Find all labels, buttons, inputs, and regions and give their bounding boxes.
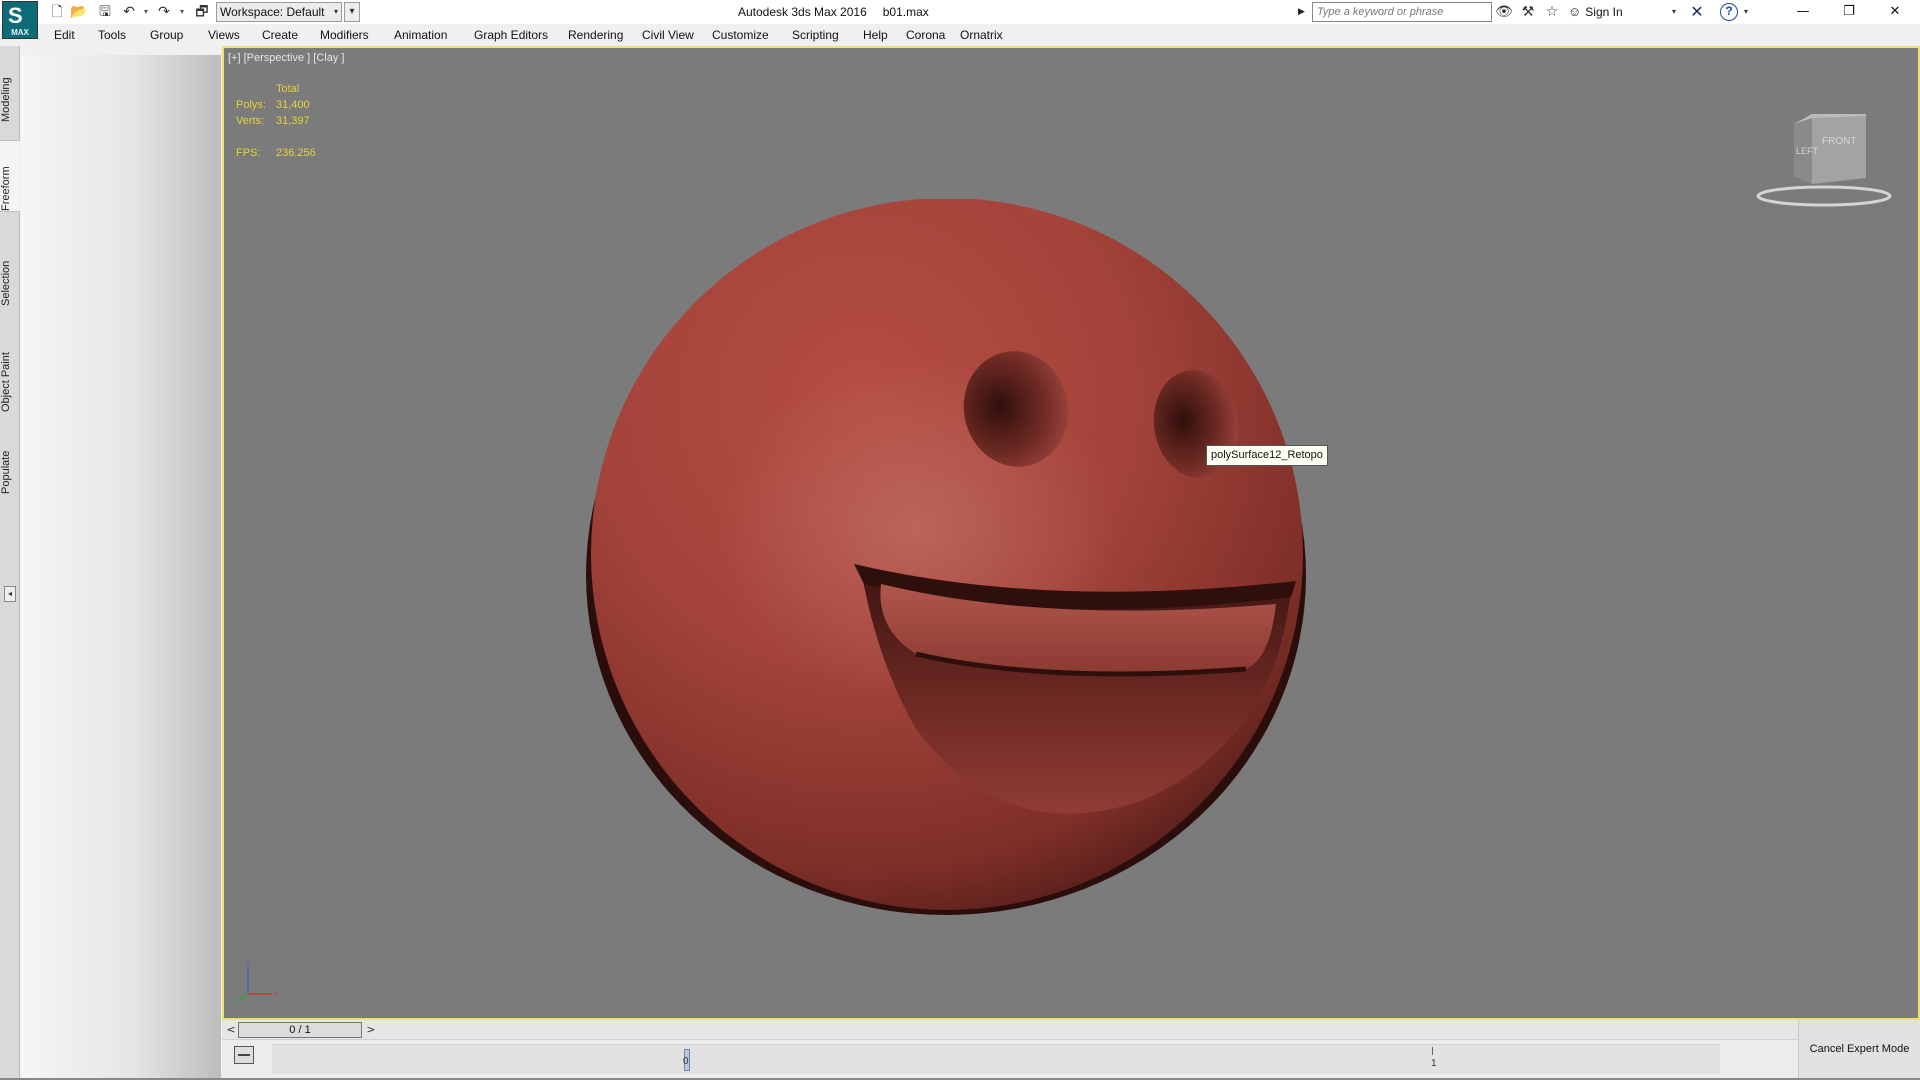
menu-bar: Edit Tools Group Views Create Modifiers … (40, 24, 1920, 46)
sign-in-label: Sign In (1585, 5, 1623, 19)
undo-dropdown-icon[interactable]: ▾ (144, 5, 152, 19)
time-slider-prev-button[interactable]: < (224, 1022, 238, 1038)
file-name: b01.max (882, 5, 929, 19)
minimize-icon[interactable]: — (1780, 0, 1826, 24)
menu-civil-view[interactable]: Civil View (642, 24, 694, 46)
menu-help[interactable]: Help (863, 24, 888, 46)
polys-value: 31,400 (276, 99, 310, 111)
menu-group[interactable]: Group (150, 24, 183, 46)
tab-object-paint-label: Object Paint (0, 352, 12, 412)
cancel-expert-mode-button[interactable]: Cancel Expert Mode (1798, 1020, 1920, 1078)
binoculars-icon[interactable]: 👁 (1494, 3, 1514, 21)
close-window-icon[interactable]: ✕ (1872, 0, 1918, 24)
new-file-icon[interactable]: 🗋 (48, 3, 66, 21)
menu-edit[interactable]: Edit (54, 24, 75, 46)
smiley-face-render (586, 199, 1306, 915)
workspace-label: Workspace: Default (220, 5, 325, 19)
time-slider-value: 0 / 1 (289, 1024, 311, 1036)
viewcube-icon: LEFT FRONT (1756, 114, 1892, 207)
open-mini-curve-editor-icon[interactable] (234, 1046, 254, 1064)
tab-freeform[interactable]: Freeform (0, 140, 20, 212)
undo-icon[interactable]: ↶ (120, 3, 138, 21)
tab-freeform-label: Freeform (0, 166, 12, 211)
app-logo-icon: S (8, 3, 23, 28)
time-slider[interactable]: 0 / 1 (238, 1022, 362, 1038)
end-frame-tick (1432, 1047, 1433, 1055)
save-icon[interactable]: 🖫 (96, 3, 114, 21)
restore-window-icon[interactable]: ❐ (1826, 0, 1872, 24)
customize-quick-access-button[interactable]: ▾ (344, 2, 360, 22)
chevron-down-icon: ▾ (333, 7, 338, 16)
menu-modifiers[interactable]: Modifiers (320, 24, 369, 46)
search-expand-icon[interactable]: ▶ (1298, 3, 1310, 21)
time-slider-bar: < 0 / 1 > (222, 1020, 1798, 1040)
help-dropdown-icon[interactable]: ▾ (1744, 5, 1748, 19)
workspace-select[interactable]: Workspace: Default ▾ (216, 2, 342, 22)
polys-label: Polys: (236, 99, 266, 111)
sign-in-button[interactable]: ☺ Sign In (1568, 3, 1623, 21)
project-folder-icon[interactable]: 🗗 (193, 3, 211, 21)
application-menu-button[interactable]: S MAX (2, 1, 38, 39)
axis-x-label: x (274, 989, 278, 998)
current-frame-label: 0 (683, 1056, 689, 1067)
fps-label: FPS: (236, 147, 261, 159)
redo-icon[interactable]: ↷ (155, 3, 173, 21)
app-logo-label: MAX (11, 28, 29, 37)
tab-selection-label: Selection (0, 260, 12, 306)
object-name-tooltip: polySurface12_Retopo (1206, 445, 1328, 466)
open-file-icon[interactable]: 📂 (70, 3, 88, 21)
end-frame-label: 1 (1431, 1058, 1437, 1069)
stats-header: Total (276, 83, 300, 95)
menu-tools[interactable]: Tools (98, 24, 126, 46)
app-title: Autodesk 3ds Max 2016 (738, 5, 867, 19)
verts-label: Verts: (236, 115, 265, 127)
window-title: Autodesk 3ds Max 2016 b01.max (738, 4, 929, 20)
smiley-face-mesh[interactable] (586, 199, 1308, 921)
time-slider-next-button[interactable]: > (364, 1022, 378, 1038)
track-bar: 0 1 (222, 1040, 1798, 1078)
menu-views[interactable]: Views (208, 24, 240, 46)
search-input[interactable]: Type a keyword or phrase (1312, 2, 1492, 22)
ribbon-tab-strip: Modeling Freeform Selection Object Paint… (0, 46, 20, 1078)
subscription-center-icon[interactable]: ⚒ (1518, 3, 1538, 21)
tab-populate[interactable]: Populate (0, 436, 20, 494)
help-icon[interactable]: ? (1720, 3, 1738, 21)
axis-tripod-icon: z x y (234, 959, 278, 1004)
verts-value: 31,397 (276, 115, 310, 127)
axis-y-label: y (234, 995, 238, 1004)
viewcube-left-label: LEFT (1796, 146, 1819, 156)
menu-corona[interactable]: Corona (906, 24, 945, 46)
viewcube-front-label: FRONT (1822, 136, 1856, 147)
menu-animation[interactable]: Animation (394, 24, 447, 46)
sign-in-dropdown-icon[interactable]: ▾ (1672, 5, 1676, 19)
menu-ornatrix[interactable]: Ornatrix (960, 24, 1003, 46)
viewcube[interactable]: LEFT FRONT (1754, 106, 1894, 216)
fps-value: 236.256 (276, 147, 316, 159)
perspective-viewport[interactable]: [+] [Perspective ] [Clay ] Total Polys: … (222, 46, 1920, 1020)
menu-rendering[interactable]: Rendering (568, 24, 623, 46)
tab-populate-label: Populate (0, 450, 12, 494)
menu-customize[interactable]: Customize (712, 24, 769, 46)
autodesk-exchange-icon[interactable]: ✕ (1686, 3, 1708, 21)
menu-scripting[interactable]: Scripting (792, 24, 839, 46)
axis-z-label: z (246, 959, 250, 968)
viewport-label-menu[interactable]: [+] [Perspective ] [Clay ] (228, 51, 344, 65)
axis-tripod: z x y (234, 958, 284, 1008)
tab-object-paint[interactable]: Object Paint (0, 336, 20, 412)
track-bar-area[interactable]: 0 1 (272, 1044, 1720, 1074)
tab-selection[interactable]: Selection (0, 246, 20, 306)
menu-create[interactable]: Create (262, 24, 298, 46)
redo-dropdown-icon[interactable]: ▾ (180, 5, 188, 19)
title-bar: S MAX 🗋 📂 🖫 ↶ ▾ ↷ ▾ 🗗 Workspace: Default… (0, 0, 1920, 39)
user-icon: ☺ (1568, 4, 1582, 19)
favorites-star-icon[interactable]: ☆ (1542, 3, 1562, 21)
menu-graph-editors[interactable]: Graph Editors (474, 24, 548, 46)
ribbon-minimize-icon[interactable]: ◂ (4, 586, 16, 602)
ribbon-panel (21, 55, 221, 1078)
tab-modeling-label: Modeling (0, 77, 12, 122)
tab-modeling[interactable]: Modeling (0, 60, 20, 122)
